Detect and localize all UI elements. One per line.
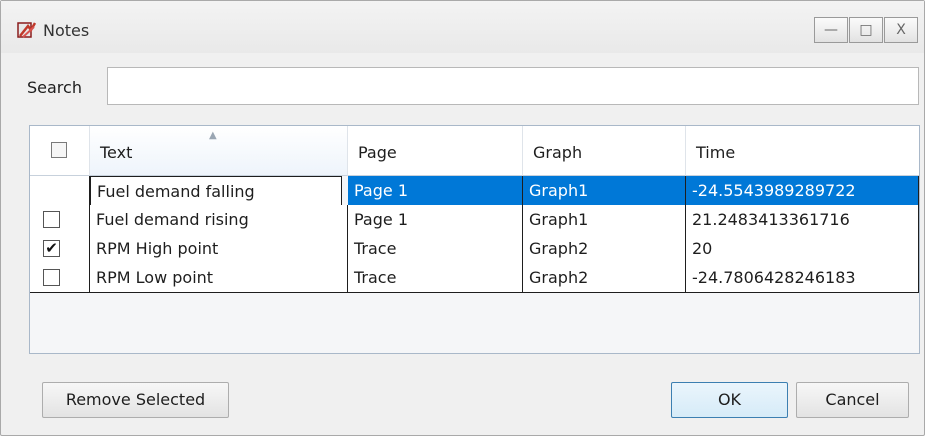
row-checkbox[interactable] (43, 182, 60, 199)
cell-time[interactable]: 21.2483413361716 (686, 205, 919, 235)
remove-selected-button[interactable]: Remove Selected (42, 382, 229, 418)
close-icon: X (896, 22, 906, 38)
cell-page[interactable]: Page 1 (348, 205, 523, 235)
row-checkbox[interactable] (43, 211, 60, 228)
cell-checkbox (30, 205, 90, 235)
cell-graph[interactable]: Graph2 (523, 263, 686, 293)
column-header-label: Graph (533, 143, 583, 162)
header-select-all-cell (30, 126, 90, 176)
window-title: Notes (43, 21, 90, 40)
cell-time[interactable]: -24.5543989289722 (686, 176, 919, 206)
table-row[interactable]: Fuel demand rising Page 1 Graph1 21.2483413… (30, 205, 919, 235)
cell-page[interactable]: Trace (348, 263, 523, 293)
row-checkbox[interactable] (43, 269, 60, 286)
column-header-label: Time (696, 143, 736, 162)
table-row[interactable]: Fuel demand falling Page 1 Graph1 -24.55439… (30, 176, 919, 206)
cell-text[interactable]: RPM High point (90, 234, 348, 264)
row-checkbox[interactable]: ✔ (43, 240, 60, 257)
search-input[interactable] (107, 67, 919, 105)
close-button[interactable]: X (884, 17, 918, 43)
minimize-button[interactable]: — (814, 17, 848, 43)
cell-time[interactable]: 20 (686, 234, 919, 264)
column-header-graph[interactable]: Graph (523, 126, 686, 176)
cell-checkbox (30, 176, 90, 206)
column-header-label: Page (358, 143, 397, 162)
checkmark-icon: ✔ (45, 239, 58, 257)
maximize-button[interactable]: □ (849, 17, 883, 43)
select-all-checkbox[interactable] (51, 142, 67, 158)
column-header-text[interactable]: ▲ Text (90, 126, 348, 176)
column-header-time[interactable]: Time (686, 126, 919, 176)
table-row[interactable]: ✔ RPM High point Trace Graph2 20 (30, 234, 919, 264)
sort-ascending-icon: ▲ (209, 130, 217, 141)
cell-graph[interactable]: Graph2 (523, 234, 686, 264)
table-row[interactable]: RPM Low point Trace Graph2 -24.780642824618… (30, 263, 919, 293)
column-header-page[interactable]: Page (348, 126, 523, 176)
search-label: Search (27, 78, 82, 97)
notes-app-icon (17, 22, 37, 38)
cell-checkbox (30, 263, 90, 293)
cell-graph[interactable]: Graph1 (523, 176, 686, 206)
cell-text[interactable]: Fuel demand rising (90, 205, 348, 235)
cell-time[interactable]: -24.7806428246183 (686, 263, 919, 293)
cell-graph[interactable]: Graph1 (523, 205, 686, 235)
minimize-icon: — (824, 22, 838, 38)
column-header-label: Text (100, 143, 133, 162)
cell-page[interactable]: Page 1 (348, 176, 523, 206)
maximize-icon: □ (859, 22, 873, 38)
cell-text[interactable]: RPM Low point (90, 263, 348, 293)
cell-page[interactable]: Trace (348, 234, 523, 264)
notes-table: ▲ Text Page Graph Time Fuel demand falli… (29, 125, 920, 354)
title-bar[interactable]: Notes — □ X (1, 1, 924, 53)
cancel-button[interactable]: Cancel (796, 382, 909, 418)
cell-text[interactable]: Fuel demand falling (90, 176, 342, 206)
notes-dialog: Notes — □ X Search ▲ Text Page Graph Tim… (0, 0, 925, 436)
ok-button[interactable]: OK (671, 382, 788, 418)
cell-checkbox: ✔ (30, 234, 90, 264)
